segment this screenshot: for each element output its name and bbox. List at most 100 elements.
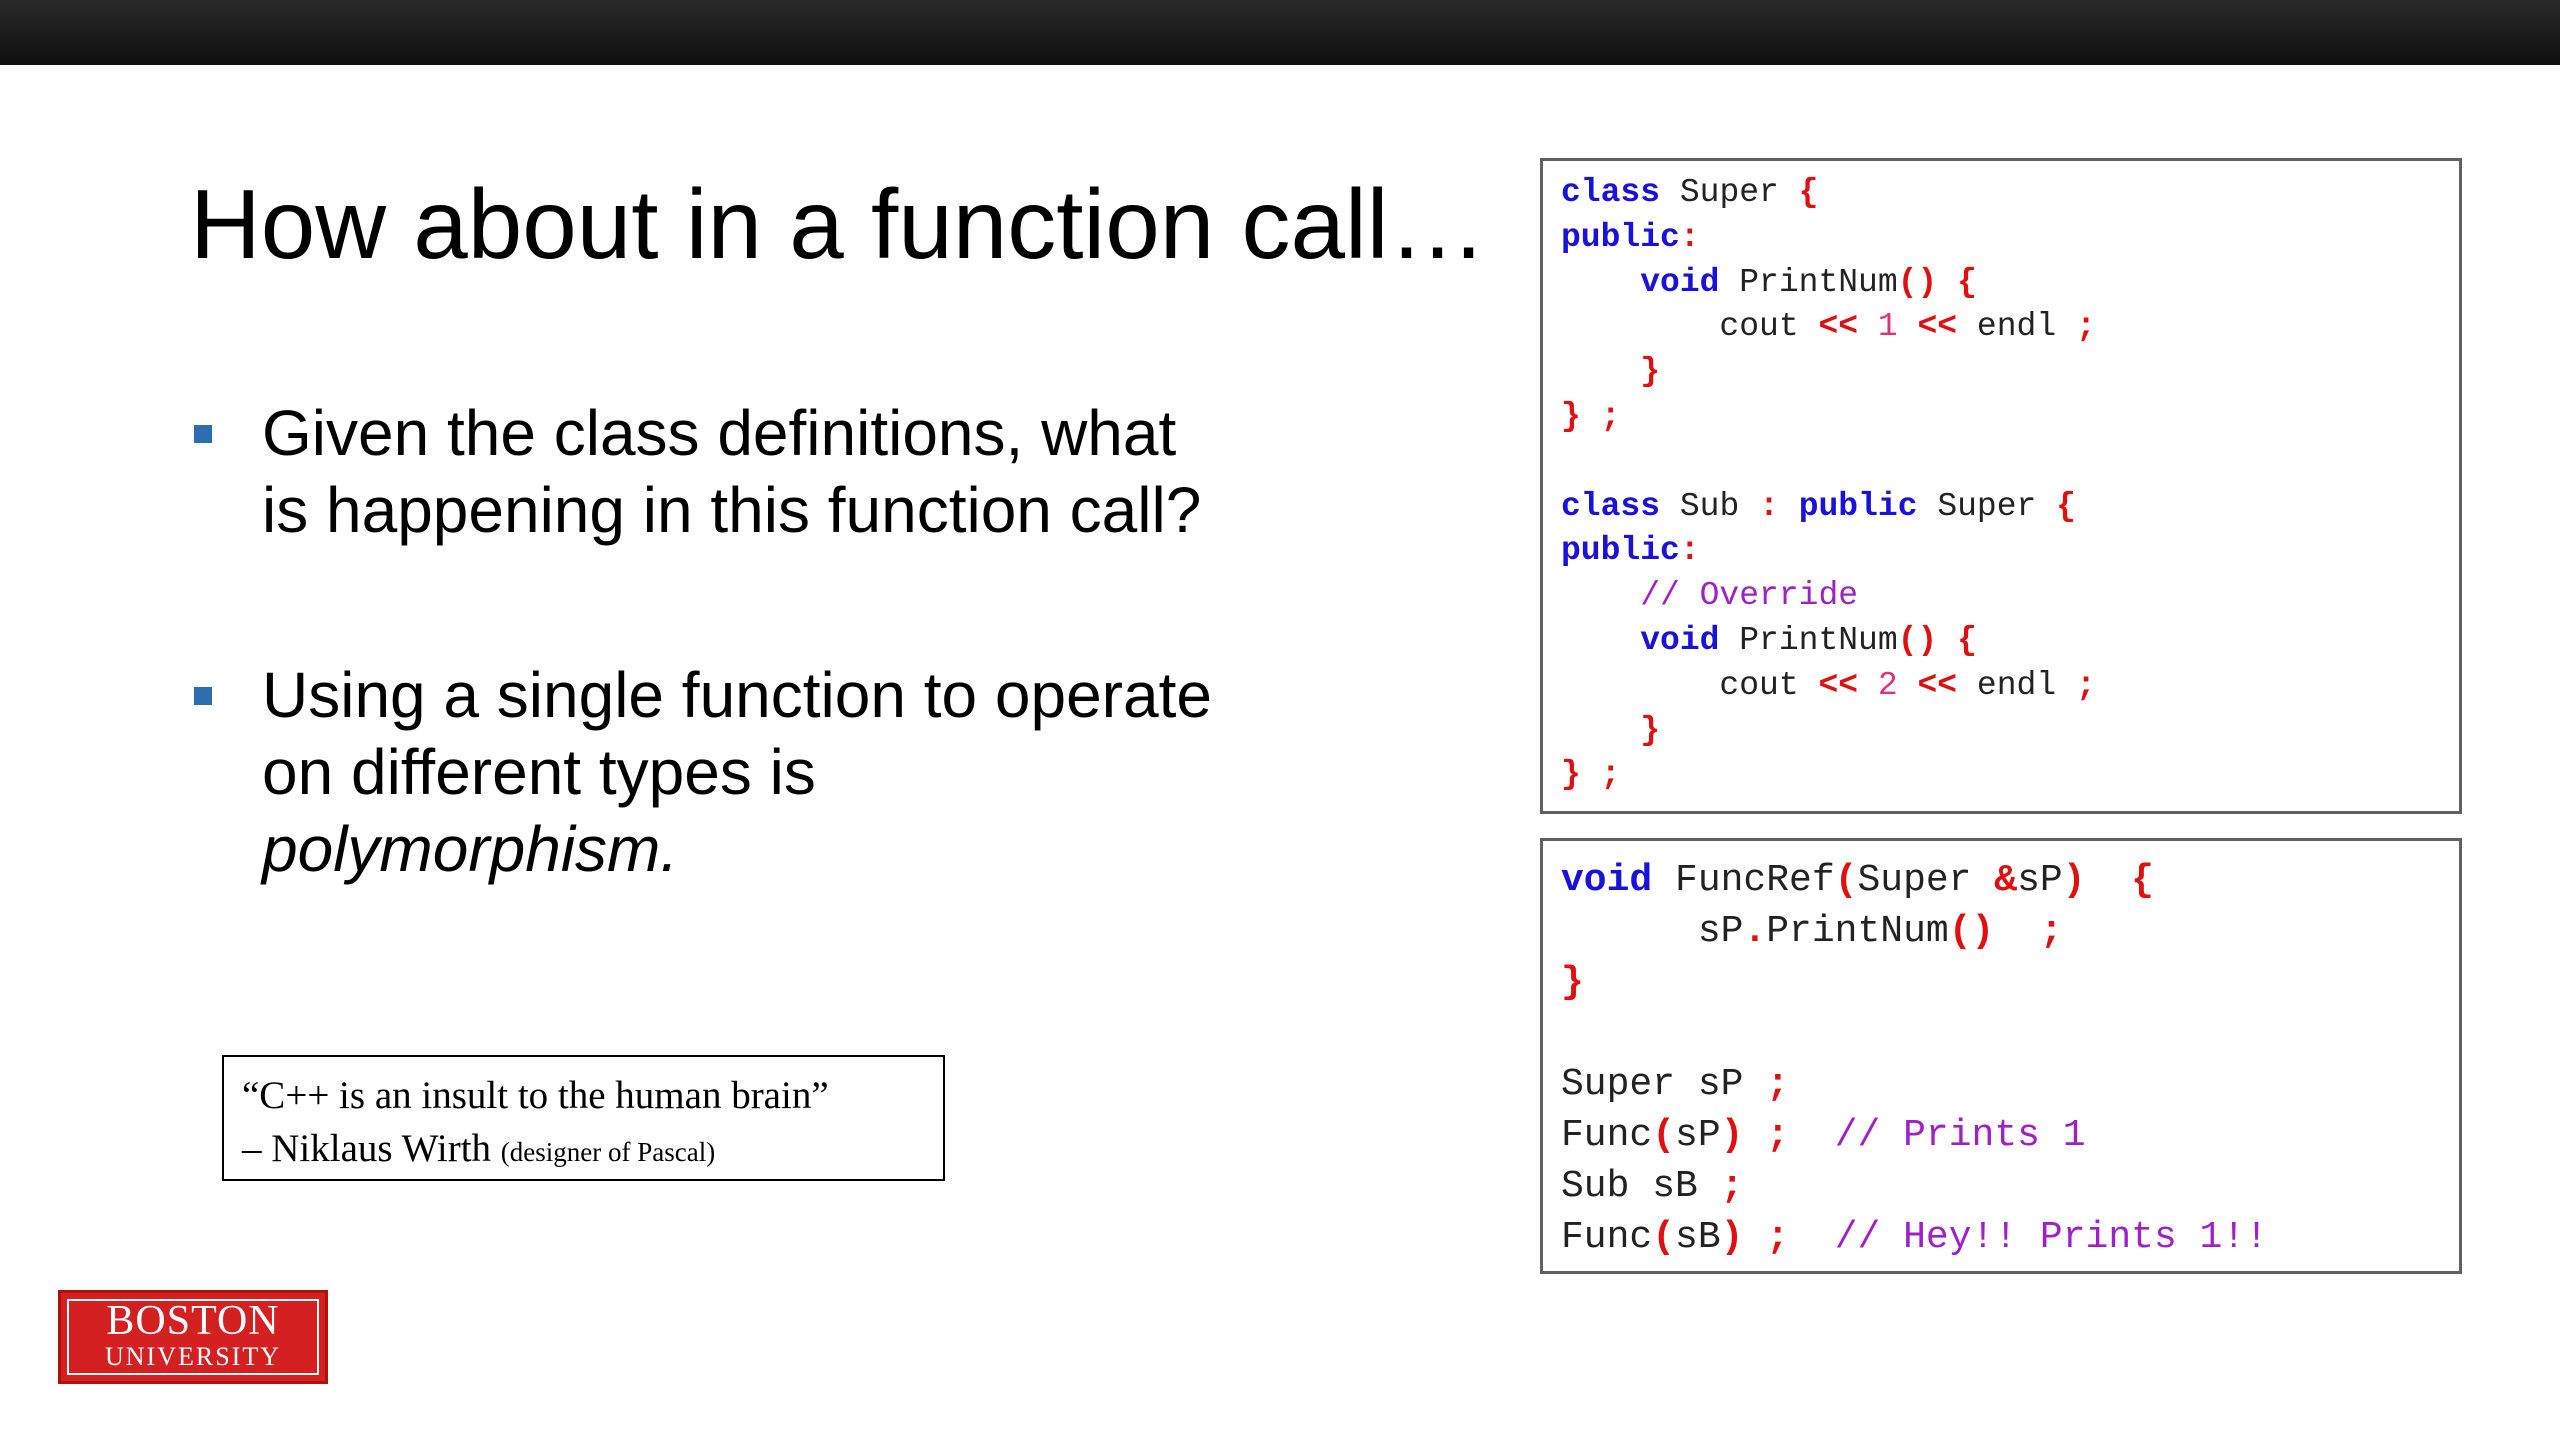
bullet-text-line: on different types is [262, 736, 816, 808]
code-token: Sub sB [1561, 1165, 1721, 1208]
code-line: } ; [1561, 395, 2459, 440]
quote-attribution-line: – Niklaus Wirth (designer of Pascal) [242, 1121, 943, 1180]
square-bullet-icon [194, 687, 212, 705]
code-line: class Sub : public Super { [1561, 485, 2459, 530]
code-token: } [1561, 961, 1584, 1004]
code-token: ; [1720, 1165, 1744, 1208]
code-token: ; [2039, 910, 2063, 953]
code-token: class [1561, 174, 1661, 211]
code-line: public: [1561, 216, 2459, 261]
bullet-emphasis-term: polymorphism. [262, 813, 679, 885]
code-token: void [1561, 859, 1653, 902]
code-token: FuncRef [1652, 859, 1835, 902]
code-token: } [1640, 711, 1661, 749]
code-line: } [1561, 957, 2459, 1008]
code-token: sP [1561, 910, 1744, 953]
code-token: public [1561, 218, 1680, 256]
code-token: : [1679, 532, 1700, 570]
code-token: void [1640, 621, 1720, 659]
code-line: Sub sB ; [1561, 1161, 2459, 1212]
code-token: . [1743, 910, 1767, 953]
code-line: void PrintNum() { [1561, 619, 2459, 664]
code-token: Super [1857, 859, 1995, 902]
code-token: Super [1660, 174, 1799, 211]
code-token: ) [1720, 1114, 1744, 1157]
top-bar [0, 0, 2560, 65]
quote-text: “C++ is an insult to the human brain” [242, 1074, 829, 1117]
logo-text-line1: BOSTON [106, 1298, 280, 1344]
code-token: PrintNum [1719, 621, 1898, 659]
code-line: Super sP ; [1561, 1059, 2459, 1110]
quote-box: “C++ is an insult to the human brain” – … [222, 1055, 945, 1181]
code-token: ; [1766, 1114, 1790, 1157]
code-token: << [1917, 666, 1958, 704]
code-token: : [1679, 218, 1700, 256]
code-token: PrintNum [1766, 910, 1949, 953]
code-token: ( [1652, 1216, 1676, 1259]
code-line: void FuncRef(Super &sP) { [1561, 855, 2459, 906]
code-token: () [1948, 910, 1995, 953]
bullet-text-line: is happening in this function call? [262, 474, 1202, 546]
code-line: public: [1561, 529, 2459, 574]
code-token: // Override [1640, 577, 1859, 615]
bullet-item: Given the class definitions, what is hap… [190, 395, 1450, 549]
code-token: endl [1957, 308, 2076, 346]
code-token: () [1897, 621, 1938, 659]
code-token: } [1561, 756, 1581, 794]
logo-text-line2: UNIVERSITY [105, 1342, 281, 1371]
code-token: // Hey!! Prints 1!! [1834, 1216, 2268, 1259]
code-token: Func [1561, 1216, 1653, 1259]
boston-university-logo: BOSTON UNIVERSITY [58, 1290, 328, 1384]
code-token: : [1759, 487, 1779, 525]
code-token: Func [1561, 1114, 1653, 1157]
code-token: ) [1720, 1216, 1744, 1259]
code-token: { [1957, 621, 1977, 659]
function-call-code-box: void FuncRef(Super &sP) { sP.PrintNum() … [1540, 838, 2462, 1274]
code-token: class [1561, 487, 1661, 525]
code-token: void [1640, 263, 1720, 301]
code-line: Func(sB) ; // Hey!! Prints 1!! [1561, 1212, 2459, 1263]
code-token: } [1561, 397, 1581, 435]
code-token: ; [1766, 1216, 1790, 1259]
code-token: { [1957, 263, 1977, 301]
code-token: Super [1917, 487, 2057, 525]
bullet-item: Using a single function to operate on di… [190, 657, 1450, 888]
bullet-text-line: Using a single function to operate [262, 659, 1212, 731]
code-token: sP [1675, 1114, 1721, 1157]
code-line: // Override [1561, 574, 2459, 619]
bullet-text-line: Given the class definitions, what [262, 397, 1177, 469]
code-token: ; [2075, 308, 2096, 346]
code-token: { [2056, 487, 2076, 525]
code-token: endl [1957, 666, 2076, 704]
code-token: << [1917, 308, 1958, 346]
code-token: ; [2075, 666, 2096, 704]
class-definitions-code: class Super {public: void PrintNum() { c… [1561, 171, 2459, 798]
bullet-list: Given the class definitions, what is hap… [190, 395, 1450, 888]
code-token: ; [1600, 756, 1621, 794]
code-token: << [1818, 308, 1859, 346]
code-token: ( [1834, 859, 1858, 902]
code-token: 1 [1877, 308, 1898, 346]
function-call-code: void FuncRef(Super &sP) { sP.PrintNum() … [1561, 855, 2459, 1263]
code-token: & [1994, 859, 2018, 902]
code-line: ​ [1561, 440, 2459, 485]
code-token: ; [1600, 397, 1621, 435]
square-bullet-icon [194, 425, 212, 443]
code-line: ​ [1561, 1008, 2459, 1059]
class-definitions-code-box: class Super {public: void PrintNum() { c… [1540, 158, 2462, 814]
code-line: } [1561, 350, 2459, 395]
code-token: PrintNum [1719, 263, 1898, 301]
